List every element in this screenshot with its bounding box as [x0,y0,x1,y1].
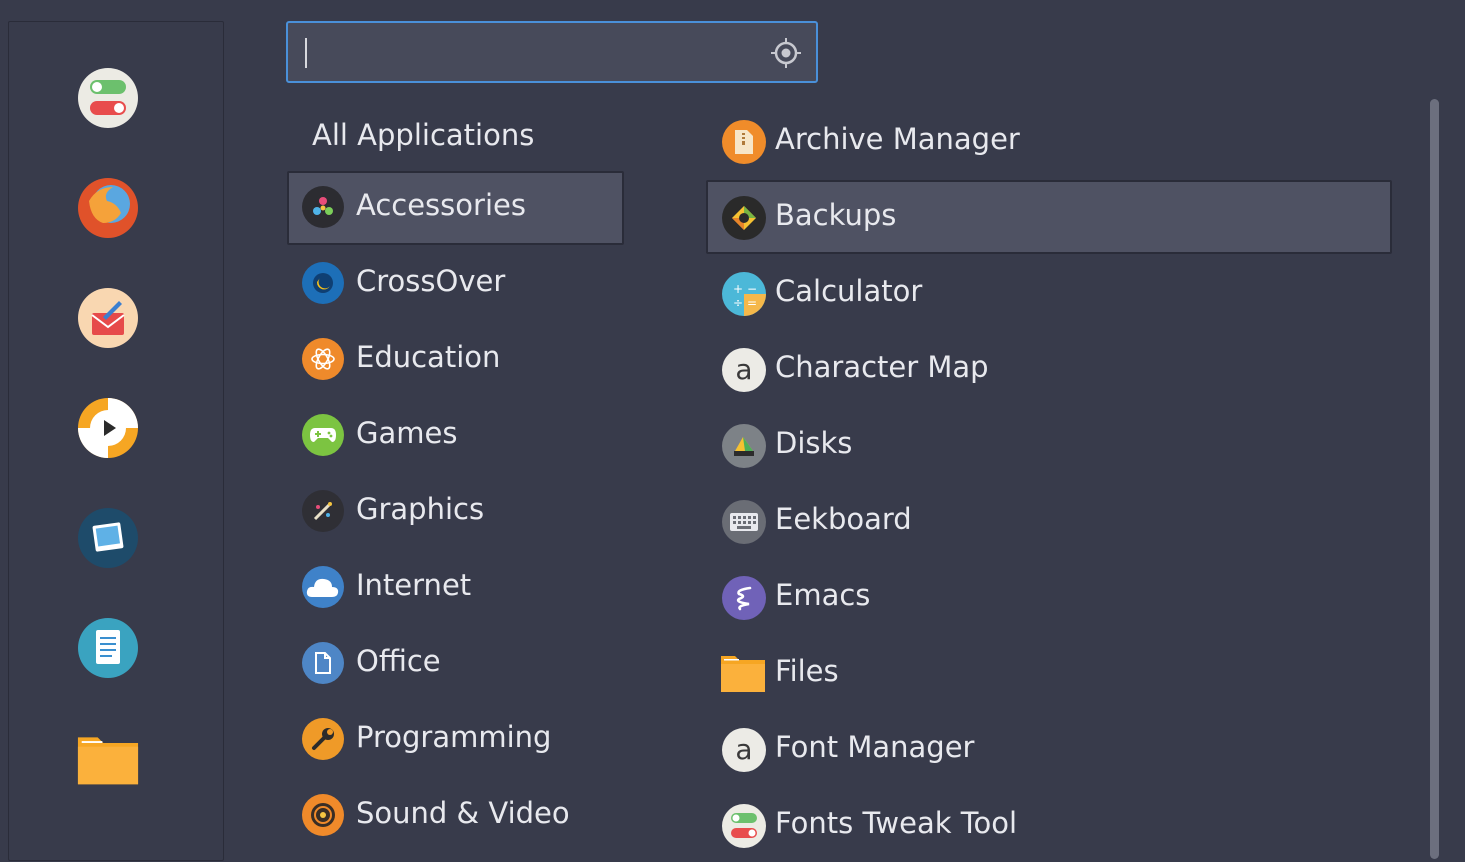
app-list-scrollbar[interactable] [1430,99,1439,859]
search-box[interactable] [286,21,818,83]
app-label: Fonts Tweak Tool [775,806,1018,840]
svg-text:=: = [747,296,757,310]
keyboard-icon [722,500,766,544]
archive-icon [722,120,766,164]
calculator-icon: + − ÷ = [722,272,766,316]
media-player-icon [78,398,138,458]
app-label: Emacs [775,578,871,612]
mail-icon [78,288,138,348]
svg-text:a: a [735,735,752,765]
image-viewer-icon [78,508,138,568]
category-games[interactable]: Games [287,399,624,473]
programming-icon [302,718,344,760]
category-label: CrossOver [356,264,506,298]
favorite-settings-toggle[interactable] [77,67,139,129]
search-input[interactable] [302,33,756,73]
folder-icon [77,737,139,785]
favorite-media-player[interactable] [77,397,139,459]
category-education[interactable]: Education [287,323,624,397]
category-crossover[interactable]: CrossOver [287,247,624,321]
sound-video-icon [302,794,344,836]
svg-text:a: a [735,355,752,385]
category-label: Programming [356,720,552,754]
svg-text:+: + [733,282,743,296]
app-label: Eekboard [775,502,912,536]
category-label: Sound & Video [356,796,570,830]
category-internet[interactable]: Internet [287,551,624,625]
app-label: Font Manager [775,730,975,764]
graphics-icon [302,490,344,532]
category-label: Graphics [356,492,485,526]
backups-icon [722,196,766,240]
firefox-icon [78,178,138,238]
app-emacs[interactable]: Emacs [706,560,1392,634]
favorite-firefox[interactable] [77,177,139,239]
disks-icon [722,424,766,468]
font-manager-icon: a [722,728,766,772]
fonts-tweak-icon [722,804,766,848]
text-cursor [305,38,307,68]
internet-icon [302,566,344,608]
favorite-image-viewer[interactable] [77,507,139,569]
app-label: Archive Manager [775,122,1020,156]
category-label: Education [356,340,501,374]
app-backups[interactable]: Backups [706,180,1392,254]
svg-text:−: − [747,282,757,296]
app-label: Character Map [775,350,989,384]
app-font-manager[interactable]: a Font Manager [706,712,1392,786]
favorite-text-editor[interactable] [77,617,139,679]
app-disks[interactable]: Disks [706,408,1392,482]
settings-toggle-icon [78,68,138,128]
category-sound-video[interactable]: Sound & Video [287,779,624,853]
app-files[interactable]: Files [706,636,1392,710]
crossover-icon [302,262,344,304]
app-label: Files [775,654,839,688]
app-eekboard[interactable]: Eekboard [706,484,1392,558]
locate-icon[interactable] [770,37,802,69]
education-icon [302,338,344,380]
category-label: Internet [356,568,472,602]
games-icon [302,414,344,456]
category-office[interactable]: Office [287,627,624,701]
app-label: Disks [775,426,853,460]
app-label: Backups [775,198,897,232]
accessories-icon [302,186,344,228]
category-all-applications[interactable]: All Applications [312,118,534,152]
app-archive-manager[interactable]: Archive Manager [706,104,1392,178]
category-label: Games [356,416,458,450]
favorite-folder[interactable] [77,727,139,789]
category-accessories[interactable]: Accessories [287,171,624,245]
category-graphics[interactable]: Graphics [287,475,624,549]
app-fonts-tweak-tool[interactable]: Fonts Tweak Tool [706,788,1392,862]
favorite-mail[interactable] [77,287,139,349]
category-label: Office [356,644,441,678]
office-icon [302,642,344,684]
emacs-icon [722,576,766,620]
category-label: Accessories [356,188,526,222]
svg-text:÷: ÷ [733,296,743,310]
character-map-icon: a [722,348,766,392]
app-character-map[interactable]: a Character Map [706,332,1392,406]
app-label: Calculator [775,274,923,308]
app-calculator[interactable]: + − ÷ = Calculator [706,256,1392,330]
files-icon [720,654,766,692]
category-programming[interactable]: Programming [287,703,624,777]
text-editor-icon [78,618,138,678]
